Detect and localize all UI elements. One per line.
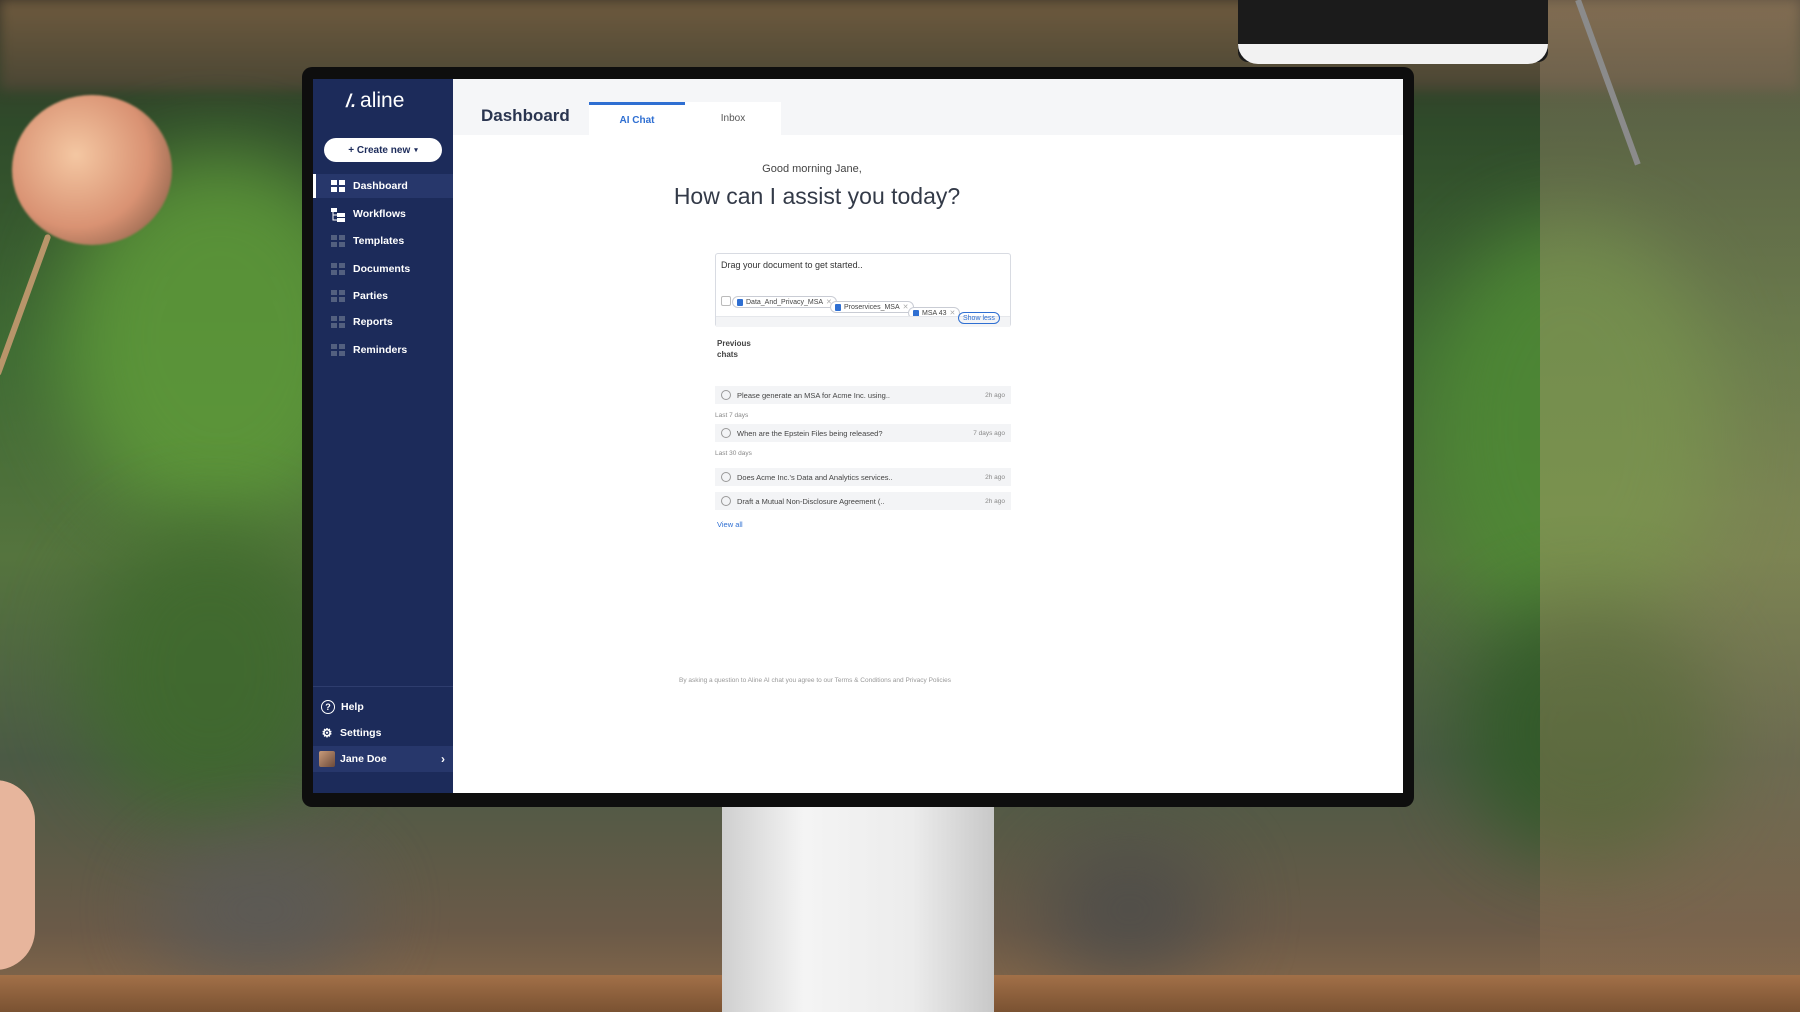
sidebar-item-dashboard[interactable]: Dashboard	[313, 174, 453, 198]
chat-title: When are the Epstein Files being release…	[737, 428, 883, 438]
tab-inbox[interactable]: Inbox	[685, 102, 781, 135]
logo-mark-icon: /.	[346, 90, 357, 111]
help-label: Help	[341, 701, 364, 713]
document-icon	[835, 303, 841, 311]
sidebar-item-workflows[interactable]: Workflows	[313, 202, 453, 226]
sidebar-item-label: Reports	[353, 316, 393, 328]
background-foliage	[80, 520, 340, 820]
chat-time: 2h ago	[985, 497, 1005, 505]
monitor-stand	[722, 805, 994, 1012]
chat-composer[interactable]: Drag your document to get started.. Data…	[715, 253, 1011, 327]
sidebar-item-label: Parties	[353, 290, 389, 302]
create-new-button[interactable]: + Create new ▾	[324, 138, 442, 162]
reminders-icon	[331, 344, 345, 356]
terms-notice: By asking a question to Aline AI chat yo…	[679, 677, 951, 684]
chat-title: Does Acme Inc.'s Data and Analytics serv…	[737, 472, 893, 482]
header: Dashboard AI Chat Inbox	[453, 79, 1403, 135]
attach-icon[interactable]	[721, 296, 731, 306]
page-title: Dashboard	[481, 106, 570, 125]
chat-history-row[interactable]: Please generate an MSA for Acme Inc. usi…	[715, 386, 1011, 404]
dried-flower	[12, 95, 172, 245]
gear-glyph: ⚙	[321, 726, 333, 740]
gear-icon: ⚙	[320, 726, 334, 740]
chevron-down-icon: ▾	[414, 147, 418, 154]
chat-history-row[interactable]: Draft a Mutual Non-Disclosure Agreement …	[715, 492, 1011, 510]
chip-label: Proservices_MSA	[844, 303, 900, 311]
settings-link[interactable]: ⚙ Settings	[313, 720, 453, 746]
avatar	[319, 751, 335, 767]
sidebar-item-label: Reminders	[353, 344, 408, 356]
sidebar-item-templates[interactable]: Templates	[313, 229, 453, 253]
app-logo[interactable]: /. aline	[346, 89, 404, 113]
sidebar: /. aline + Create new ▾ Dashboard Workfl…	[313, 79, 453, 793]
document-chip[interactable]: Proservices_MSA ✕	[830, 301, 914, 313]
brand-name: aline	[360, 89, 405, 112]
chevron-right-icon: ›	[441, 752, 445, 766]
documents-icon	[331, 263, 345, 275]
dashboard-icon	[331, 180, 345, 192]
group-label: Last 30 days	[715, 450, 752, 457]
reports-icon	[331, 316, 345, 328]
history-icon	[721, 496, 731, 506]
greeting-text: Good morning Jane,	[762, 163, 862, 175]
document-chip[interactable]: Data_And_Privacy_MSA ✕	[732, 296, 837, 308]
chip-label: Data_And_Privacy_MSA	[746, 298, 824, 306]
history-icon	[721, 472, 731, 482]
sidebar-item-label: Templates	[353, 235, 405, 247]
lamp-light	[1238, 44, 1548, 64]
chat-history-row[interactable]: When are the Epstein Files being release…	[715, 424, 1011, 442]
chat-time: 2h ago	[985, 391, 1005, 399]
chat-title: Draft a Mutual Non-Disclosure Agreement …	[737, 496, 885, 506]
help-icon: ?	[321, 700, 335, 714]
hand	[0, 780, 35, 970]
parties-icon	[331, 290, 345, 302]
sidebar-item-parties[interactable]: Parties	[313, 284, 453, 308]
chat-history-row[interactable]: Does Acme Inc.'s Data and Analytics serv…	[715, 468, 1011, 486]
history-icon	[721, 428, 731, 438]
history-icon	[721, 390, 731, 400]
create-new-label: + Create new	[348, 144, 411, 156]
headline: How can I assist you today?	[673, 183, 961, 209]
templates-icon	[331, 235, 345, 247]
sidebar-item-label: Workflows	[353, 208, 406, 220]
group-label: Last 7 days	[715, 412, 749, 419]
show-less-button[interactable]: Show less	[958, 312, 1000, 324]
background-chair	[150, 840, 370, 980]
workflows-icon	[331, 208, 345, 222]
sidebar-item-documents[interactable]: Documents	[313, 257, 453, 281]
sidebar-item-label: Dashboard	[353, 180, 408, 192]
sidebar-item-label: Documents	[353, 263, 411, 275]
app-screen: /. aline + Create new ▾ Dashboard Workfl…	[313, 79, 1403, 793]
view-all-link[interactable]: View all	[717, 520, 743, 529]
user-name: Jane Doe	[340, 753, 387, 765]
user-menu[interactable]: Jane Doe ›	[313, 746, 453, 772]
background-chair	[1040, 840, 1220, 980]
composer-placeholder: Drag your document to get started..	[721, 260, 863, 270]
previous-chats-title: Previous chats	[717, 339, 751, 359]
chat-time: 2h ago	[985, 473, 1005, 481]
chat-time: 7 days ago	[973, 429, 1005, 437]
chat-title: Please generate an MSA for Acme Inc. usi…	[737, 390, 891, 400]
settings-label: Settings	[340, 727, 382, 739]
help-glyph: ?	[325, 702, 331, 712]
document-icon	[737, 298, 743, 306]
flower-stem	[0, 233, 52, 377]
tab-ai-chat[interactable]: AI Chat	[589, 102, 685, 135]
sidebar-item-reports[interactable]: Reports	[313, 310, 453, 334]
sidebar-divider	[313, 686, 453, 687]
background-wall	[1540, 0, 1800, 1012]
help-link[interactable]: ? Help	[313, 694, 453, 720]
sidebar-item-reminders[interactable]: Reminders	[313, 338, 453, 362]
